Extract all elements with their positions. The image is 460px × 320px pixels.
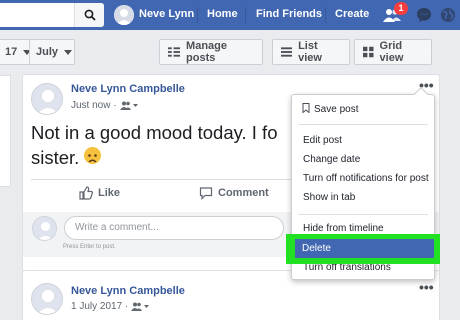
menu-item-delete[interactable]: Delete [295,239,434,258]
list-view-label: List view [298,40,322,64]
audience-friends-icon[interactable] [131,302,150,311]
post-author[interactable]: Neve Lynn Campbelle [71,285,185,297]
post-author[interactable]: Neve Lynn Campbelle [71,83,185,95]
comment-button[interactable]: Comment [199,183,269,203]
like-label: Like [98,187,121,199]
author-avatar[interactable] [31,283,63,315]
top-nav-bar: Neve Lynn Home Find Friends Create 1 [0,0,460,30]
audience-friends-icon[interactable] [119,101,138,110]
nav-divider [325,7,326,23]
list-view-button[interactable]: List view [272,39,350,65]
post-timestamp: Just now · [71,100,138,111]
messenger-icon[interactable] [414,5,434,25]
chevron-down-icon [64,49,73,55]
like-button[interactable]: Like [79,183,120,203]
timestamp-text[interactable]: 1 July 2017 · [71,301,128,312]
manage-posts-icon [168,47,181,57]
menu-item-turn-off-notifications[interactable]: Turn off notifications for post [292,170,434,188]
post-text-line2: sister. [31,147,85,168]
post-text: Not in a good mood today. I fo sister. [31,120,285,170]
notifications-globe-icon[interactable] [438,5,458,25]
post-timestamp: 1 July 2017 · [71,301,150,312]
year-value: 17 [5,46,18,58]
search-button[interactable] [74,3,104,27]
left-column-card [0,75,11,187]
home-link[interactable]: Home [207,8,238,20]
list-view-icon [281,47,293,57]
post-options-icon[interactable]: ••• [419,279,434,295]
bookmark-icon [302,103,310,114]
grid-view-icon [363,46,374,58]
menu-item-save-post[interactable]: Save post [292,101,434,119]
like-icon [79,186,93,200]
comment-label: Comment [218,187,269,199]
month-dropdown[interactable]: July [29,39,75,65]
manage-posts-button[interactable]: Manage posts [159,39,263,65]
profile-avatar[interactable] [114,5,134,25]
sad-emoji-icon [84,147,102,164]
post-text-line1: Not in a good mood today. I fo [31,122,278,143]
comment-hint: Press Enter to post. [63,244,116,250]
nav-divider [245,7,246,23]
grid-view-label: Grid view [379,40,404,64]
month-value: July [36,46,59,58]
comment-icon [199,187,213,200]
find-friends-link[interactable]: Find Friends [256,8,322,20]
menu-divider [298,124,428,125]
notification-badge: 1 [394,2,408,15]
menu-item-edit-post[interactable]: Edit post [292,132,434,150]
timestamp-text[interactable]: Just now · [71,100,117,111]
create-link[interactable]: Create [335,8,369,20]
menu-item-label: Save post [314,104,359,115]
menu-divider [298,214,428,215]
menu-item-show-in-tab[interactable]: Show in tab [292,189,434,207]
menu-item-change-date[interactable]: Change date [292,151,434,169]
author-avatar[interactable] [31,83,63,115]
manage-posts-label: Manage posts [186,40,228,64]
comment-input[interactable]: Write a comment... [64,216,284,240]
profile-link[interactable]: Neve Lynn [139,8,194,20]
nav-divider [197,7,198,23]
grid-view-button[interactable]: Grid view [354,39,432,65]
commenter-avatar [32,216,57,241]
search-icon [84,9,96,21]
